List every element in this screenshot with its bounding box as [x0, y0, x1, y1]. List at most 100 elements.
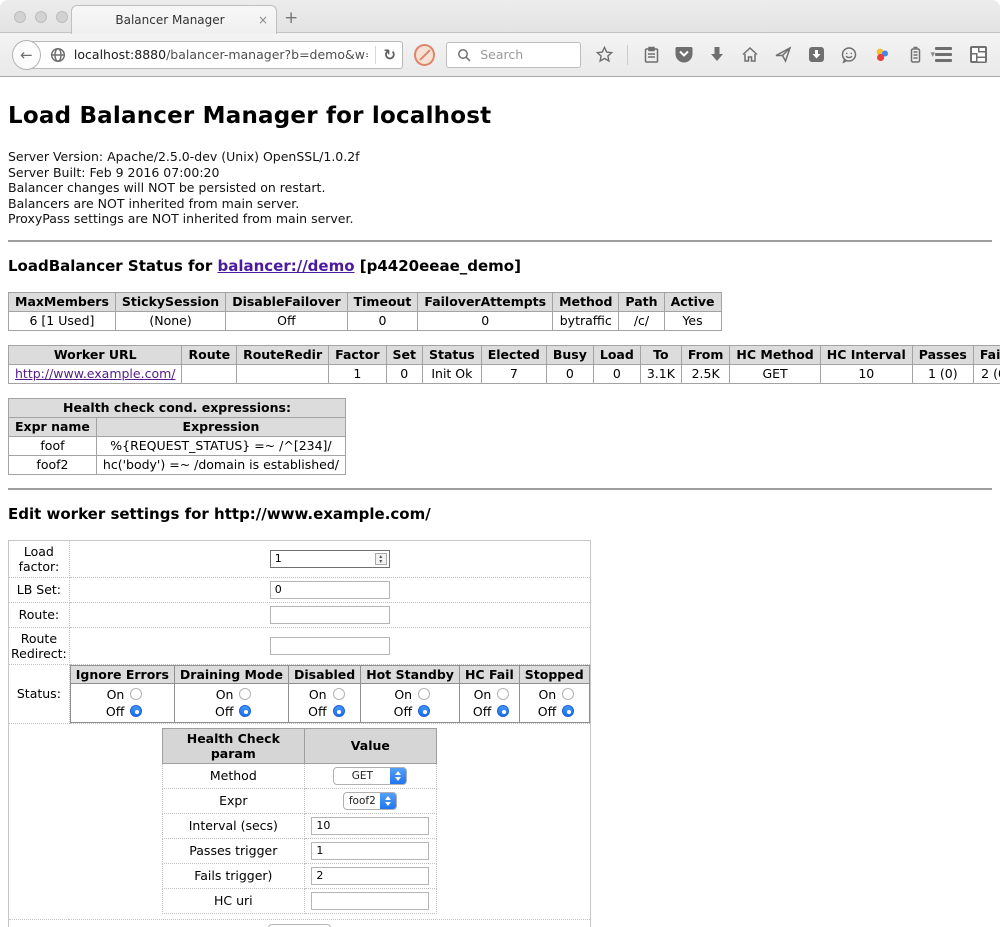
col-hot-standby: Hot Standby	[361, 665, 460, 683]
edit-worker-form: Load factor: ▴▾ LB Set: Route: Route Red…	[8, 540, 591, 927]
square-download-icon[interactable]	[806, 45, 826, 65]
tab-close-icon[interactable]: ×	[250, 13, 276, 27]
hc-fail-off-radio[interactable]	[497, 705, 509, 717]
hot-standby-radios: On Off	[361, 683, 460, 722]
col-draining-mode: Draining Mode	[174, 665, 288, 683]
col-path: Path	[619, 292, 664, 311]
download-icon[interactable]	[707, 45, 727, 65]
expr-table-title: Health check cond. expressions:	[9, 398, 346, 417]
colored-dots-icon[interactable]	[872, 45, 892, 65]
chat-smiley-icon[interactable]	[839, 45, 859, 65]
passes-label: Passes trigger	[162, 838, 304, 863]
col-stickysession: StickySession	[115, 292, 225, 311]
home-icon[interactable]	[740, 45, 760, 65]
col-maxmembers: MaxMembers	[9, 292, 116, 311]
interval-input[interactable]	[311, 817, 429, 835]
balancer-demo-link[interactable]: balancer://demo	[217, 257, 354, 275]
stopped-off-radio[interactable]	[562, 705, 574, 717]
new-tab-button[interactable]: +	[284, 8, 298, 28]
minimize-window-icon[interactable]	[35, 11, 47, 23]
disabled-on-radio[interactable]	[333, 688, 345, 700]
balancer-status-table: MaxMembers StickySession DisableFailover…	[8, 292, 722, 331]
disabled-radios: On Off	[289, 683, 361, 722]
back-button[interactable]: ←	[12, 40, 41, 70]
url-path: /balancer-manager?b=demo&w=http://www.ex…	[166, 47, 368, 62]
hot-standby-on-radio[interactable]	[418, 688, 430, 700]
adblock-disabled-icon[interactable]	[414, 44, 435, 66]
ignore-errors-off-radio[interactable]	[130, 705, 142, 717]
tab-balancer-manager[interactable]: Balancer Manager ×	[71, 5, 277, 34]
route-redirect-label: Route Redirect:	[9, 627, 70, 664]
ignore-errors-on-radio[interactable]	[130, 688, 142, 700]
divider	[8, 240, 992, 242]
page-title: Load Balancer Manager for localhost	[8, 77, 992, 129]
close-window-icon[interactable]	[14, 11, 26, 23]
clipboard-icon[interactable]	[641, 45, 661, 65]
ignore-errors-radios: On Off	[70, 683, 174, 722]
fails-input[interactable]	[311, 867, 429, 885]
col-failoverattempts: FailoverAttempts	[418, 292, 553, 311]
navigation-toolbar: ← localhost:8880/balancer-manager?b=demo…	[0, 33, 1000, 77]
menu-icon[interactable]	[935, 47, 952, 62]
lb-set-label: LB Set:	[9, 577, 70, 602]
bookmark-star-icon[interactable]	[594, 45, 614, 65]
col-disabled: Disabled	[289, 665, 361, 683]
pocket-icon[interactable]	[674, 45, 694, 65]
balancer-heading: LoadBalancer Status for balancer://demo …	[8, 257, 992, 275]
search-placeholder: Search	[480, 47, 523, 62]
table-header-row: Worker URL Route RouteRedir Factor Set S…	[9, 345, 1000, 364]
window-controls[interactable]	[14, 11, 68, 23]
toolbar-divider	[627, 45, 628, 65]
balancer-heading-prefix: LoadBalancer Status for	[8, 257, 217, 275]
server-built: Server Built: Feb 9 2016 07:00:20	[8, 165, 992, 181]
load-factor-input[interactable]: ▴▾	[270, 550, 390, 568]
hot-standby-off-radio[interactable]	[418, 705, 430, 717]
expr-row: foof2 hc('body') =~ /domain is establish…	[9, 455, 346, 474]
search-input[interactable]: Search	[446, 42, 581, 68]
stopped-on-radio[interactable]	[562, 688, 574, 700]
worker-url-link[interactable]: http://www.example.com/	[15, 366, 175, 381]
number-spinner-icon[interactable]: ▴▾	[375, 553, 387, 565]
draining-mode-off-radio[interactable]	[239, 705, 251, 717]
worker-status-table: Worker URL Route RouteRedir Factor Set S…	[8, 345, 1000, 384]
inherit-note: Balancers are NOT inherited from main se…	[8, 196, 992, 212]
col-expression: Expression	[96, 417, 345, 436]
route-redirect-input[interactable]	[270, 637, 390, 655]
select-stepper-icon	[380, 792, 396, 810]
edit-worker-heading: Edit worker settings for http://www.exam…	[8, 505, 992, 523]
route-input[interactable]	[270, 606, 390, 624]
method-select[interactable]: GET	[333, 767, 407, 785]
reload-icon[interactable]: ↻	[383, 46, 396, 64]
table-row: 6 [1 Used] (None) Off 0 0 bytraffic /c/ …	[9, 311, 722, 330]
disabled-off-radio[interactable]	[333, 705, 345, 717]
battery-icon[interactable]	[905, 45, 925, 65]
globe-icon	[48, 45, 68, 65]
zoom-window-icon[interactable]	[56, 11, 68, 23]
persist-note: Balancer changes will NOT be persisted o…	[8, 180, 992, 196]
hc-fail-radios: On Off	[459, 683, 519, 722]
url-domain: localhost:8880	[74, 47, 166, 62]
col-method: Method	[553, 292, 619, 311]
col-active: Active	[664, 292, 721, 311]
url-bar[interactable]: localhost:8880/balancer-manager?b=demo&w…	[25, 41, 403, 69]
stopped-radios: On Off	[519, 683, 589, 722]
hc-uri-input[interactable]	[311, 892, 429, 910]
server-info: Server Version: Apache/2.5.0-dev (Unix) …	[8, 149, 992, 227]
send-plane-icon[interactable]	[773, 45, 793, 65]
draining-mode-on-radio[interactable]	[239, 688, 251, 700]
url-text[interactable]: localhost:8880/balancer-manager?b=demo&w…	[74, 47, 368, 62]
expr-select[interactable]: foof2	[343, 792, 397, 810]
col-hc-param: Health Check param	[162, 728, 304, 763]
worker-row: http://www.example.com/ 1 0 Init Ok 7 0 …	[9, 364, 1000, 383]
status-label: Status:	[9, 664, 70, 723]
tab-groups-icon[interactable]	[968, 45, 988, 65]
col-hc-value: Value	[304, 728, 436, 763]
expr-row: foof %{REQUEST_STATUS} =~ /^[234]/	[9, 436, 346, 455]
lb-set-input[interactable]	[270, 581, 390, 599]
hc-uri-label: HC uri	[162, 888, 304, 913]
divider	[8, 488, 992, 490]
submit-button[interactable]: Submit	[268, 924, 331, 927]
passes-input[interactable]	[311, 842, 429, 860]
tab-title: Balancer Manager	[72, 13, 250, 27]
hc-fail-on-radio[interactable]	[497, 688, 509, 700]
